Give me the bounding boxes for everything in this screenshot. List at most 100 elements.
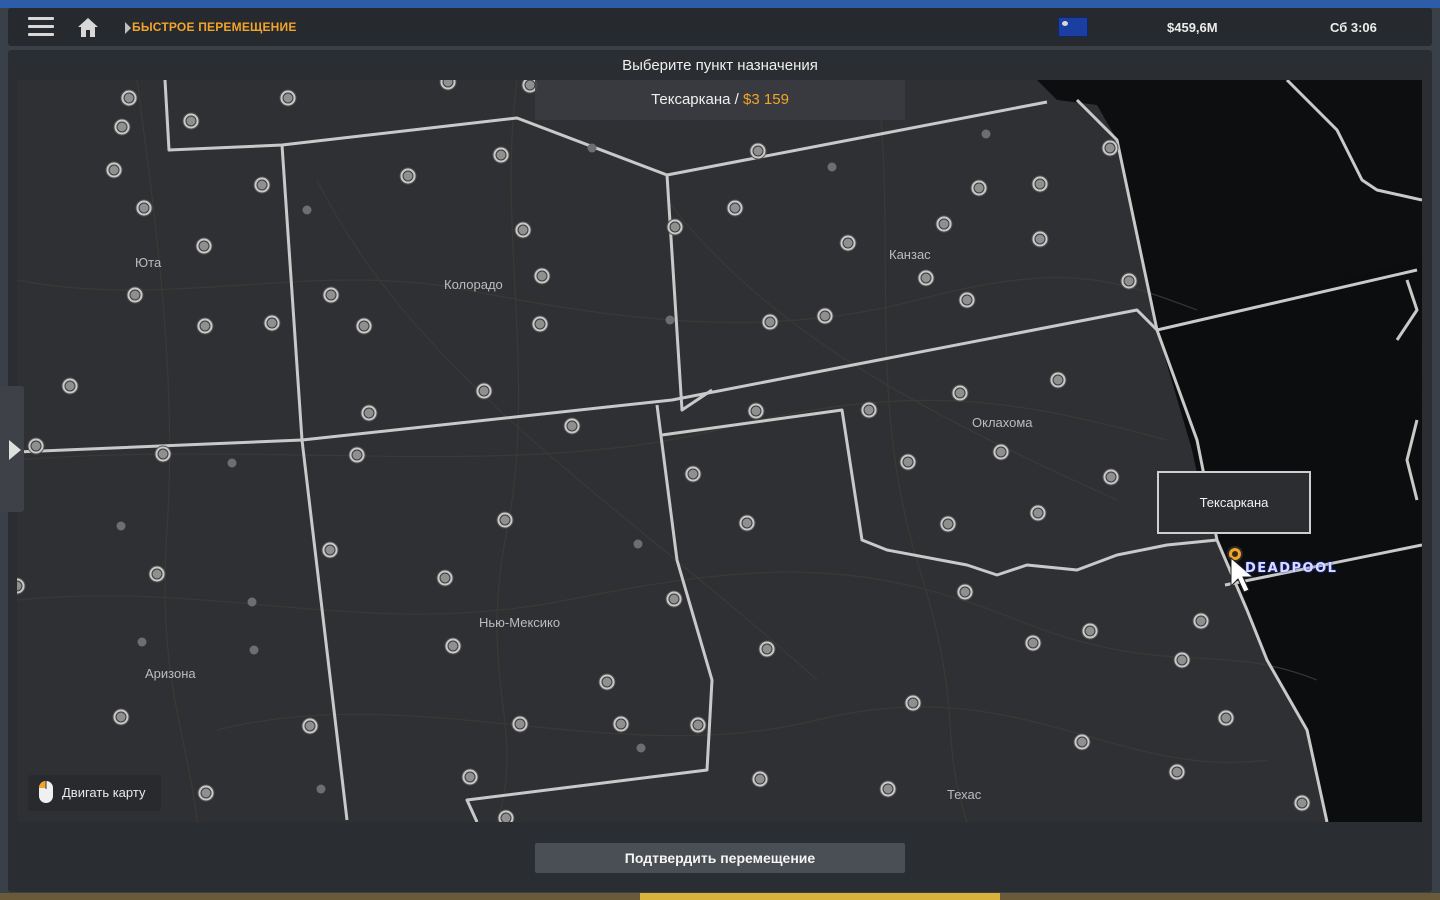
city-marker-center [495,149,507,161]
city-marker-center [129,289,141,301]
city-marker-center [752,145,764,157]
arrow-right-icon [9,440,21,460]
city-marker-center [961,294,973,306]
background-ground-mark [640,893,1000,900]
city-marker-center [973,182,985,194]
city-marker-center [942,518,954,530]
move-map-label: Двигать карту [62,785,146,800]
minor-location-dot [247,597,257,607]
menu-icon[interactable] [28,16,54,38]
city-marker-center [157,448,169,460]
city-marker-center [902,456,914,468]
city-tooltip: Тексаркана [1157,471,1311,534]
map-land [17,80,1327,822]
chevron-right-icon [125,22,131,34]
city-marker-center [517,224,529,236]
city-marker-center [499,514,511,526]
city-marker-center [151,568,163,580]
city-marker-center [185,115,197,127]
city-marker-center [500,812,512,822]
city-marker-center [447,640,459,652]
city-marker-center [1032,507,1044,519]
state-label-new-mexico: Нью-Мексико [479,615,560,630]
city-marker-center [324,544,336,556]
minor-location-dot [587,143,597,153]
city-marker-center [938,218,950,230]
minor-location-dot [249,645,259,655]
city-marker-center [687,468,699,480]
city-marker-center [1220,712,1232,724]
minor-location-dot [633,539,643,549]
minor-location-dot [665,315,675,325]
breadcrumb: БЫСТРОЕ ПЕРЕМЕЩЕНИЕ [132,20,297,34]
city-marker-center [30,440,42,452]
city-marker-center [1034,178,1046,190]
city-marker-center [1105,471,1117,483]
city-marker-center [266,317,278,329]
city-marker-center [536,270,548,282]
city-marker-center [534,318,546,330]
city-marker-center [198,240,210,252]
panel-title: Выберите пункт назначения [622,57,818,74]
city-marker-center [761,643,773,655]
city-marker-center [363,407,375,419]
minor-location-dot [316,784,326,794]
destination-summary: Тексаркана / $3 159 [535,80,905,120]
city-marker-center [669,221,681,233]
city-marker-center [1076,736,1088,748]
city-marker-center [524,80,536,91]
city-marker-center [1052,374,1064,386]
minor-location-dot [981,129,991,139]
state-label-arizona: Аризона [145,666,196,681]
mouse-icon [38,780,54,804]
city-marker-center [256,179,268,191]
minor-location-dot [302,205,312,215]
city-marker-center [1034,233,1046,245]
city-marker-center [1084,625,1096,637]
city-marker-center [199,320,211,332]
city-marker-center [750,405,762,417]
minor-location-dot [116,521,126,531]
confirm-travel-button[interactable]: Подтвердить перемещение [535,843,905,873]
city-marker-center [668,593,680,605]
city-marker-center [1104,142,1116,154]
city-marker-center [116,121,128,133]
home-icon[interactable] [76,16,100,38]
city-marker-center [882,783,894,795]
city-marker-center [741,517,753,529]
player-name-label: DEADPOOL [1245,561,1338,576]
city-marker-center [601,676,613,688]
move-map-hint: Двигать карту [28,775,161,811]
city-marker-center [842,237,854,249]
city-marker-center [138,202,150,214]
city-marker-center [566,420,578,432]
city-marker-center [615,718,627,730]
minor-location-dot [137,637,147,647]
city-marker-center [200,787,212,799]
city-marker-center [442,80,454,88]
state-label-oklahoma: Оклахома [972,415,1033,430]
city-marker-center [514,718,526,730]
city-marker-center [1171,766,1183,778]
state-label-utah: Юта [135,255,162,270]
city-marker-center [1195,615,1207,627]
city-marker-center [439,572,451,584]
city-marker-center [863,404,875,416]
minor-location-dot [227,458,237,468]
city-marker-center [959,586,971,598]
city-marker-center [1027,637,1039,649]
city-marker-center [920,272,932,284]
city-marker-center [123,92,135,104]
top-bar: БЫСТРОЕ ПЕРЕМЕЩЕНИЕ $459,6M Сб 3:06 [8,8,1432,46]
city-marker-center [729,202,741,214]
map-view[interactable]: Юта Колорадо Канзас Аризона Нью-Мексико … [17,80,1422,822]
city-marker-center [115,711,127,723]
city-marker-center [282,92,294,104]
city-marker-center [304,720,316,732]
game-clock: Сб 3:06 [1330,20,1377,35]
state-label-colorado: Колорадо [444,277,503,292]
city-marker-center [1296,797,1308,809]
destination-city: Тексаркана [651,91,731,108]
city-marker-center [819,310,831,322]
city-marker-center [1123,275,1135,287]
